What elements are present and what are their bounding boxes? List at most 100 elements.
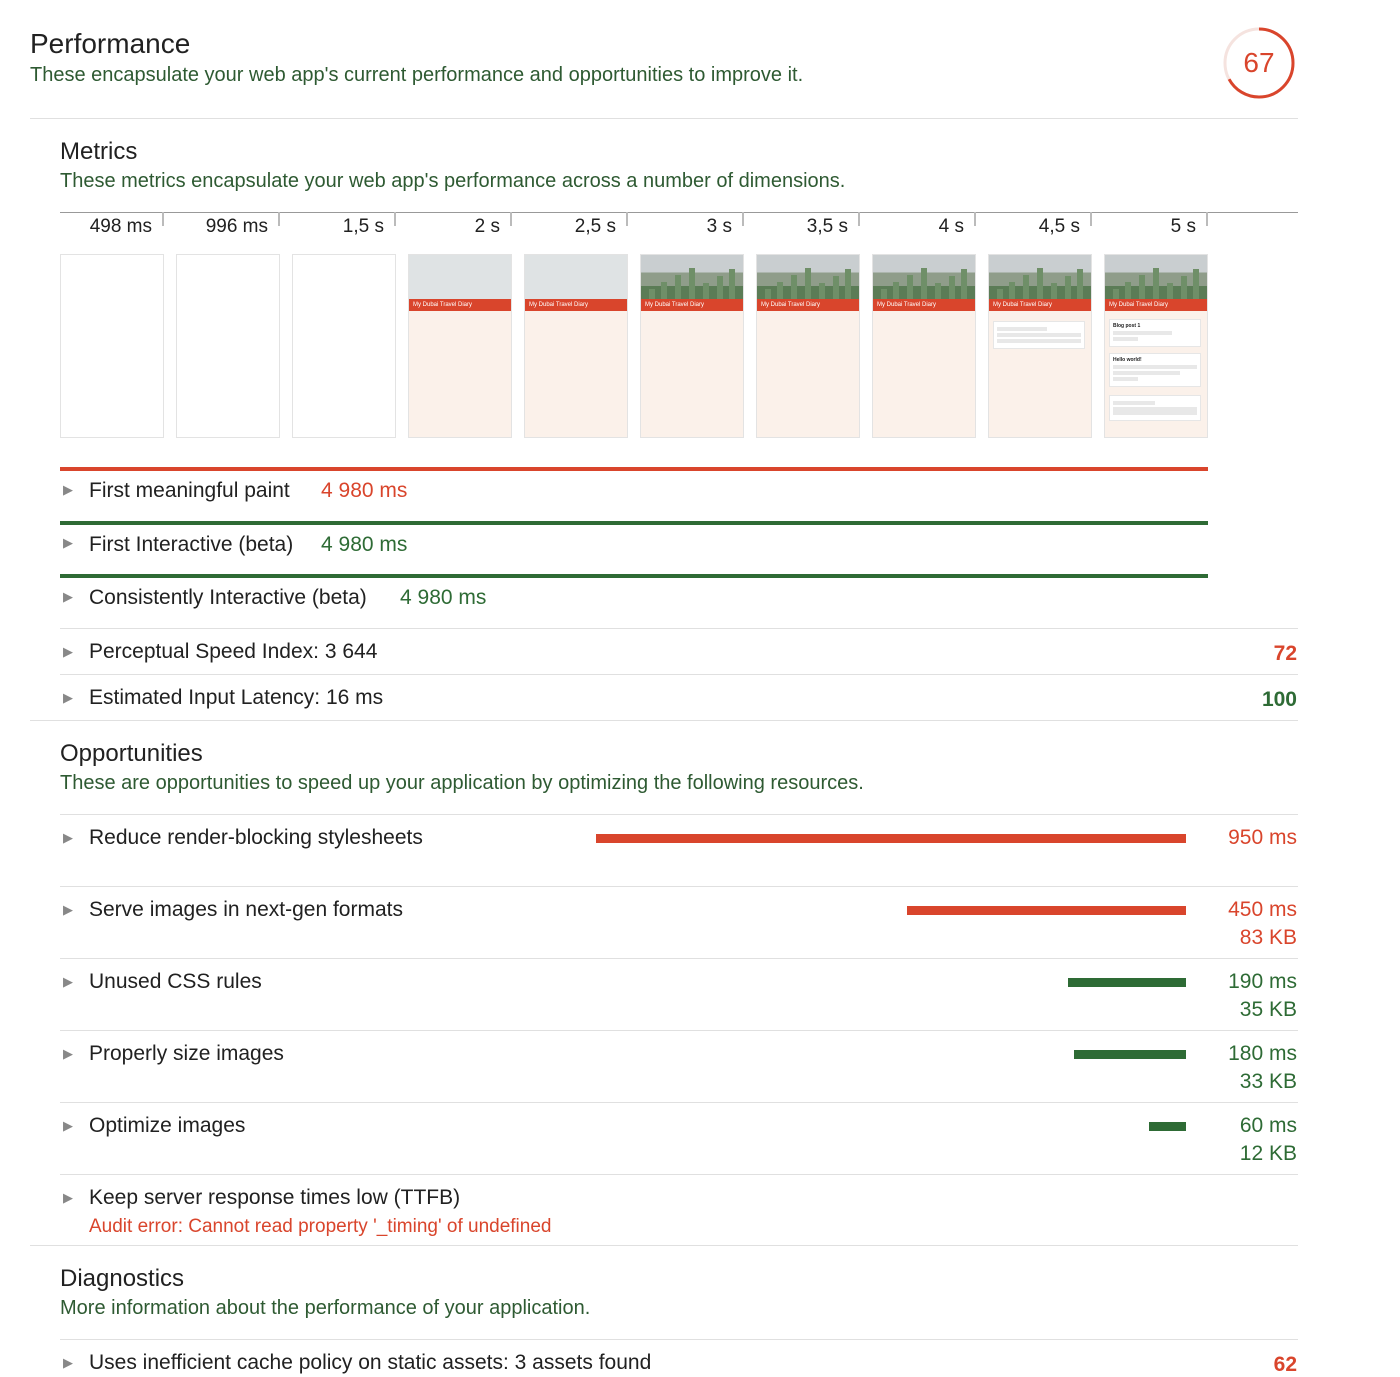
skyline-building bbox=[649, 289, 655, 299]
skyline-building bbox=[907, 275, 913, 299]
timeline-tick-label: 3,5 s bbox=[806, 216, 848, 237]
filmstrip-frame: My Dubai Travel Diary bbox=[872, 254, 976, 438]
savings-bar bbox=[596, 834, 1186, 843]
timeline-tick bbox=[1090, 212, 1092, 226]
opportunity-label[interactable]: Reduce render-blocking stylesheets bbox=[89, 826, 423, 850]
fi-bar bbox=[60, 521, 1208, 525]
frame-post-title: Blog post 1 bbox=[1113, 323, 1141, 329]
divider bbox=[60, 628, 1298, 629]
savings-size: 35 KB bbox=[1239, 998, 1297, 1021]
timeline-tick bbox=[394, 212, 396, 226]
expand-arrow-icon[interactable]: ▶ bbox=[63, 830, 73, 846]
expand-arrow-icon[interactable]: ▶ bbox=[63, 1355, 73, 1371]
metric-label[interactable]: First Interactive (beta) bbox=[89, 533, 293, 557]
frame-post-card: Hello world! bbox=[1109, 353, 1201, 387]
metrics-title: Metrics bbox=[60, 138, 138, 165]
frame-banner: My Dubai Travel Diary bbox=[1105, 299, 1207, 311]
skyline-building bbox=[1023, 275, 1029, 299]
frame-post-card: Blog post 1 bbox=[1109, 319, 1201, 347]
skyline-building bbox=[717, 276, 723, 299]
skyline-building bbox=[729, 269, 735, 299]
filmstrip-frame bbox=[60, 254, 164, 438]
frame-hero-image bbox=[873, 255, 975, 299]
expand-arrow-icon[interactable]: ▶ bbox=[63, 535, 73, 551]
skyline-building bbox=[791, 275, 797, 299]
timeline-tick bbox=[974, 212, 976, 226]
opportunity-label[interactable]: Keep server response times low (TTFB) bbox=[89, 1186, 460, 1210]
metric-label[interactable]: First meaningful paint bbox=[89, 479, 290, 503]
filmstrip-frame: My Dubai Travel Diary bbox=[988, 254, 1092, 438]
skyline-building bbox=[703, 283, 709, 299]
filmstrip-frame bbox=[292, 254, 396, 438]
metric-label[interactable]: Consistently Interactive (beta) bbox=[89, 586, 367, 610]
skyline-building bbox=[1009, 282, 1015, 299]
skyline-building bbox=[661, 282, 667, 299]
timeline-tick-label: 4,5 s bbox=[1038, 216, 1080, 237]
filmstrip-frame bbox=[176, 254, 280, 438]
opportunity-label[interactable]: Optimize images bbox=[89, 1114, 245, 1138]
savings-time: 60 ms bbox=[1239, 1114, 1297, 1137]
metric-label[interactable]: Estimated Input Latency: 16 ms bbox=[89, 686, 383, 710]
metric-score: 100 bbox=[1261, 688, 1297, 711]
timeline-tick bbox=[278, 212, 280, 226]
skyline-building bbox=[893, 282, 899, 299]
skyline-building bbox=[765, 289, 771, 299]
filmstrip-frame: My Dubai Travel Diary Blog post 1 Hello wo… bbox=[1104, 254, 1208, 438]
frame-hero-image bbox=[989, 255, 1091, 299]
savings-bar bbox=[1068, 978, 1186, 987]
expand-arrow-icon[interactable]: ▶ bbox=[63, 1118, 73, 1134]
skyline-building bbox=[819, 283, 825, 299]
skyline-building bbox=[805, 268, 811, 299]
expand-arrow-icon[interactable]: ▶ bbox=[63, 1190, 73, 1206]
timeline-tick-label: 996 ms bbox=[205, 216, 268, 237]
frame-hero-image bbox=[1105, 255, 1207, 299]
frame-card-placeholder bbox=[1109, 395, 1201, 421]
frame-banner: My Dubai Travel Diary bbox=[641, 299, 743, 311]
timeline-axis bbox=[60, 212, 1298, 213]
savings-time: 450 ms bbox=[1228, 898, 1297, 921]
timeline-tick bbox=[626, 212, 628, 226]
metric-score: 72 bbox=[1273, 642, 1297, 665]
opportunities-description: These are opportunities to speed up your… bbox=[60, 772, 864, 794]
diagnostics-title: Diagnostics bbox=[60, 1265, 185, 1292]
skyline-building bbox=[881, 289, 887, 299]
savings-bar bbox=[1074, 1050, 1186, 1059]
skyline-building bbox=[777, 282, 783, 299]
expand-arrow-icon[interactable]: ▶ bbox=[63, 974, 73, 990]
fmp-bar bbox=[60, 467, 1208, 471]
expand-arrow-icon[interactable]: ▶ bbox=[63, 902, 73, 918]
diagnostics-description: More information about the performance o… bbox=[60, 1297, 591, 1319]
timeline-tick-label: 498 ms bbox=[89, 216, 152, 237]
frame-card-placeholder bbox=[993, 321, 1085, 349]
timeline-tick bbox=[510, 212, 512, 226]
expand-arrow-icon[interactable]: ▶ bbox=[63, 589, 73, 605]
savings-size: 33 KB bbox=[1239, 1070, 1297, 1093]
metric-label[interactable]: Perceptual Speed Index: 3 644 bbox=[89, 640, 377, 664]
divider bbox=[60, 814, 1298, 815]
skyline-building bbox=[1181, 276, 1187, 299]
diagnostic-label[interactable]: Uses inefficient cache policy on static … bbox=[89, 1351, 651, 1375]
diagnostic-score: 62 bbox=[1273, 1353, 1297, 1376]
divider bbox=[60, 958, 1298, 959]
skyline-building bbox=[997, 289, 1003, 299]
metric-value: 4 980 ms bbox=[321, 533, 408, 556]
timeline-tick-label: 2 s bbox=[474, 216, 500, 237]
metric-value: 4 980 ms bbox=[400, 586, 487, 609]
opportunity-label[interactable]: Serve images in next-gen formats bbox=[89, 898, 403, 922]
skyline-building bbox=[675, 275, 681, 299]
skyline-building bbox=[949, 276, 955, 299]
skyline-building bbox=[961, 269, 967, 299]
expand-arrow-icon[interactable]: ▶ bbox=[63, 690, 73, 706]
skyline-building bbox=[833, 276, 839, 299]
performance-description: These encapsulate your web app's current… bbox=[30, 64, 804, 86]
expand-arrow-icon[interactable]: ▶ bbox=[63, 1046, 73, 1062]
opportunity-label[interactable]: Unused CSS rules bbox=[89, 970, 262, 994]
skyline-building bbox=[1051, 283, 1057, 299]
divider bbox=[30, 118, 1298, 119]
expand-arrow-icon[interactable]: ▶ bbox=[63, 644, 73, 660]
savings-time: 180 ms bbox=[1228, 1042, 1297, 1065]
opportunity-label[interactable]: Properly size images bbox=[89, 1042, 284, 1066]
expand-arrow-icon[interactable]: ▶ bbox=[63, 482, 73, 498]
timeline-tick-label: 4 s bbox=[938, 216, 964, 237]
timeline-tick bbox=[858, 212, 860, 226]
